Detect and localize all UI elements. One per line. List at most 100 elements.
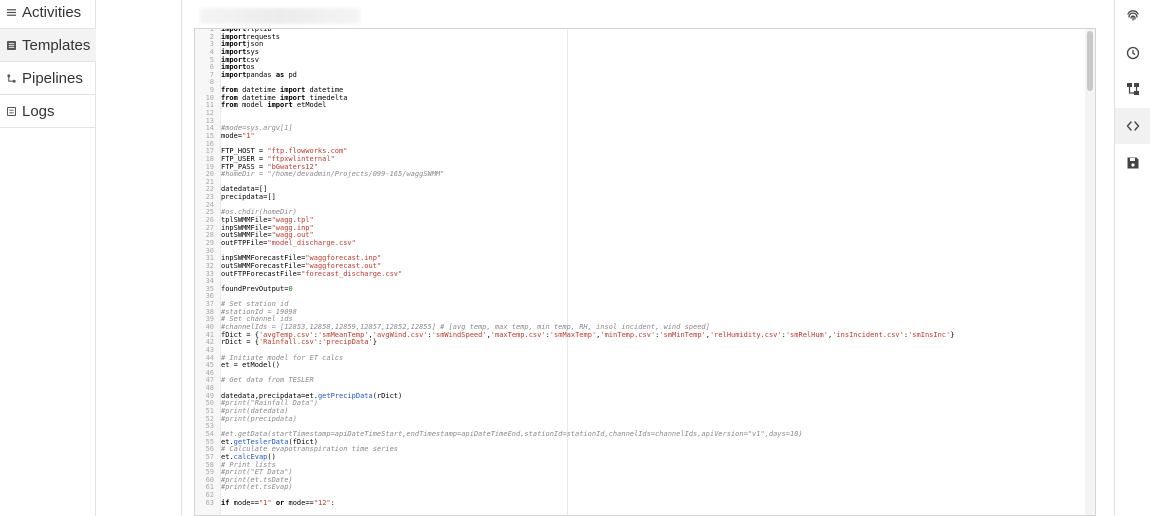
line-text: #print(precipdata) xyxy=(217,414,297,424)
code-token: pd xyxy=(284,70,297,79)
code-line[interactable]: 50 #print("Rainfall Data") xyxy=(195,400,1085,408)
line-text: #print(et.tsEvap) xyxy=(217,484,293,492)
templates-icon xyxy=(0,40,22,50)
code-line[interactable]: 57 et.calcEvap() xyxy=(195,453,1085,462)
code-token: #print(et.tsEvap) xyxy=(221,483,293,492)
code-token: 'avgWind.csv' xyxy=(372,330,428,339)
sidebar-item-templates[interactable]: Templates xyxy=(0,29,96,62)
editor-panel: 1 importftplib 2 importrequests 3 importjson 4… xyxy=(182,0,1110,516)
save-button[interactable] xyxy=(1115,145,1150,181)
code-line[interactable]: 21 xyxy=(195,178,1085,187)
code-line[interactable]: 44 # Initiate model for ET calcs xyxy=(195,354,1085,363)
history-button[interactable] xyxy=(1115,35,1150,71)
code-line[interactable]: 61 #print(et.tsEvap) xyxy=(195,484,1085,492)
code-line[interactable]: 25 #os.chdir(homeDir) xyxy=(195,209,1085,217)
code-token: #print(precipdata) xyxy=(221,414,297,423)
code-token: pandas xyxy=(246,70,276,79)
code-line[interactable]: 7 importpandas as pd xyxy=(195,70,1085,80)
code-line[interactable]: 22 datedata=[] xyxy=(195,186,1085,194)
code-content[interactable]: 1 importftplib 2 importrequests 3 importjson 4… xyxy=(195,29,1085,508)
code-line[interactable]: 10 from datetime import timedelta xyxy=(195,94,1085,103)
code-line[interactable]: 2 importrequests xyxy=(195,33,1085,42)
code-line[interactable]: 5 importcsv xyxy=(195,56,1085,65)
code-line[interactable]: 20 #homeDir = "/home/devadmin/Projects/09… xyxy=(195,170,1085,179)
template-tab[interactable] xyxy=(200,8,360,24)
activities-icon xyxy=(0,8,22,17)
code-line[interactable]: 47 # Get data from TESLER xyxy=(195,377,1085,385)
history-icon xyxy=(1126,46,1140,60)
code-line[interactable]: 4 importsys xyxy=(195,48,1085,57)
code-line[interactable]: 52 #print(precipdata) xyxy=(195,414,1085,424)
code-token: mode== xyxy=(229,498,259,507)
code-token: 'maxTemp.csv' xyxy=(490,330,546,339)
code-line[interactable]: 14 #mode=sys.argv[1] xyxy=(195,125,1085,133)
code-line[interactable]: 18 FTP_USER = "ftpxwlinternal" xyxy=(195,155,1085,164)
hierarchy-button[interactable] xyxy=(1115,71,1150,107)
sidebar-item-pipelines[interactable]: Pipelines xyxy=(0,62,96,95)
line-text: rDict = {'Rainfall.csv':'precipData'} xyxy=(217,338,377,347)
code-token: as xyxy=(275,70,285,79)
sidebar-item-activities[interactable]: Activities xyxy=(0,0,96,29)
fingerprint-icon xyxy=(1127,10,1139,21)
sidebar-item-logs[interactable]: Logs xyxy=(0,95,96,128)
code-line[interactable]: 33 outFTPForecastFile="forecast_discharge… xyxy=(195,269,1085,279)
code-token: "model_discharge.csv" xyxy=(267,238,356,247)
code-line[interactable]: 11 from model import etModel xyxy=(195,102,1085,110)
code-line[interactable]: 15 mode="1" xyxy=(195,131,1085,141)
code-line[interactable]: 63 if mode=="1" or mode=="12": xyxy=(195,498,1085,508)
code-token: 'minTemp.csv' xyxy=(600,330,656,339)
sidebar-item-label: Activities xyxy=(22,3,82,21)
code-line[interactable]: 45 et = etModel() xyxy=(195,361,1085,370)
code-token: : xyxy=(330,498,335,507)
code-view-button[interactable] xyxy=(1115,108,1150,144)
code-line[interactable]: 29 outFTPFile="model_discharge.csv" xyxy=(195,238,1085,248)
code-line[interactable]: 12 xyxy=(195,109,1085,118)
fingerprint-button[interactable] xyxy=(1115,0,1150,33)
sidebar: Activities Templates Pipelines Logs xyxy=(0,0,96,516)
code-line[interactable]: 49 datedata,precipdata=et.getPrecipData(r… xyxy=(195,392,1085,401)
code-line[interactable]: 56 # Calculate evapotranspiration time se… xyxy=(195,445,1085,454)
code-line[interactable]: 46 xyxy=(195,369,1085,378)
code-token: "1" xyxy=(258,498,272,507)
code-line[interactable]: 36 xyxy=(195,293,1085,301)
sidebar-item-label: Templates xyxy=(22,36,91,54)
code-token: "forecast_discharge.csv" xyxy=(301,269,403,278)
code-token: 'smMaxTemp' xyxy=(549,330,597,339)
content-gutter xyxy=(96,0,182,516)
code-token: outFTPForecastFile= xyxy=(221,269,302,278)
code-line[interactable]: 42 rDict = {'Rainfall.csv':'precipData'} xyxy=(195,338,1085,347)
code-token: "12" xyxy=(313,498,331,507)
code-token: } xyxy=(372,338,377,347)
code-line[interactable]: 35 foundPrevOutput=0 xyxy=(195,284,1085,294)
sidebar-item-label: Pipelines xyxy=(22,69,83,87)
code-line[interactable]: 3 importjson xyxy=(195,40,1085,49)
code-token: rDict = { xyxy=(221,338,259,347)
code-token: outFTPFile= xyxy=(221,238,268,247)
code-line[interactable]: 38 #stationId = 19098 xyxy=(195,308,1085,317)
code-editor[interactable]: 1 importftplib 2 importrequests 3 importjson 4… xyxy=(194,28,1096,516)
code-line[interactable]: 23 precipdata=[] xyxy=(195,193,1085,202)
line-text xyxy=(217,110,221,118)
code-token: import xyxy=(221,70,247,79)
code-line[interactable]: 60 #print(et.tsDate) xyxy=(195,476,1085,485)
code-line[interactable]: 34 xyxy=(195,277,1085,286)
code-line[interactable]: 6 importos xyxy=(195,63,1085,72)
code-line[interactable]: 13 xyxy=(195,117,1085,126)
code-line[interactable]: 51 #print(datedata) xyxy=(195,407,1085,416)
code-line[interactable]: 58 # Print lists xyxy=(195,461,1085,470)
code-token: 0 xyxy=(288,284,293,293)
code-line[interactable]: 27 inpSWMMFile="wagg.inp" xyxy=(195,224,1085,233)
code-token: from xyxy=(221,101,238,110)
hierarchy-icon xyxy=(1127,83,1139,95)
code-token: mode= xyxy=(221,131,243,140)
code-line[interactable]: 37 # Set station id xyxy=(195,300,1085,309)
code-token: 'smMinTemp' xyxy=(659,330,706,339)
line-text: precipdata=[] xyxy=(217,193,276,202)
line-text: outFTPForecastFile="forecast_discharge.c… xyxy=(217,269,403,279)
code-line[interactable]: 54 #et.getData(startTimestamp=apiDateTime… xyxy=(195,430,1085,439)
code-line[interactable]: 26 tplSWMMFile="wagg.tpl" xyxy=(195,216,1085,225)
code-line[interactable]: 24 xyxy=(195,201,1085,210)
editor-scrollbar[interactable] xyxy=(1085,29,1095,515)
editor-scrollbar-thumb[interactable] xyxy=(1087,31,1093,91)
code-line[interactable]: 59 #print("ET Data") xyxy=(195,468,1085,477)
